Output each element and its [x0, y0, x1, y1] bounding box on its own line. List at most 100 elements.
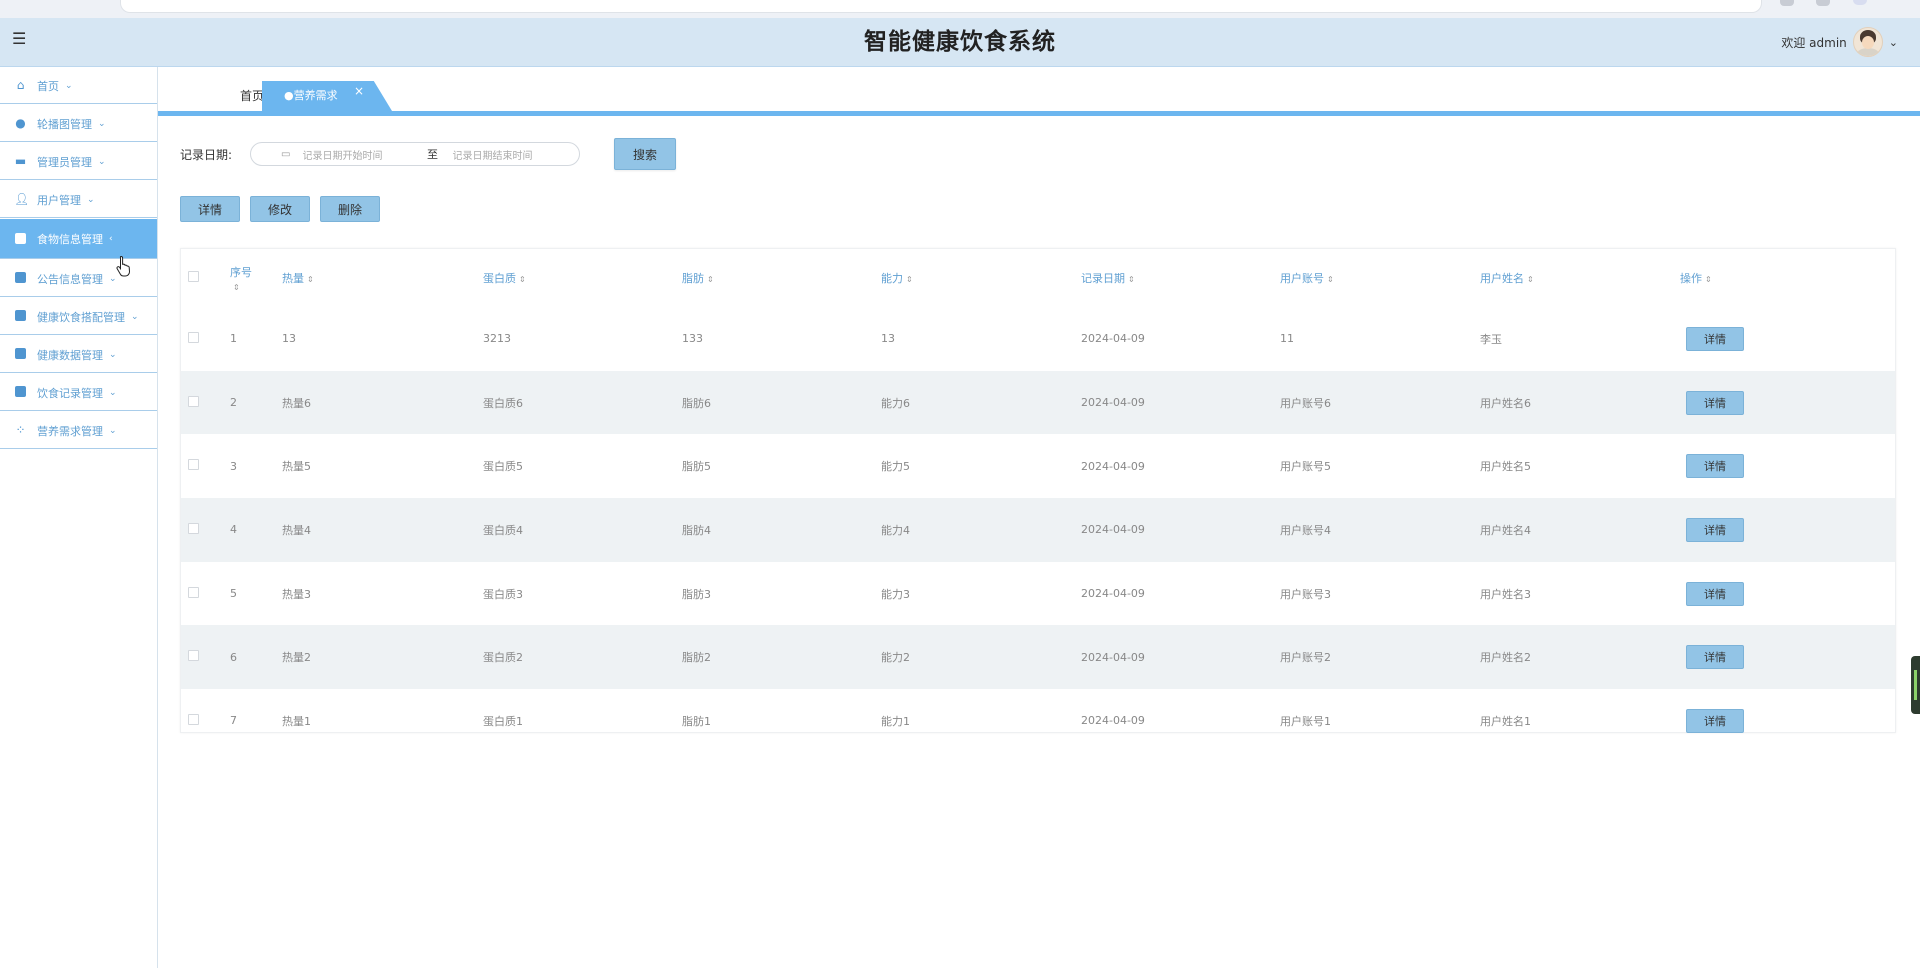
- date-range-picker[interactable]: ▭ 记录日期开始时间 至 记录日期结束时间: [250, 142, 580, 166]
- row-checkbox[interactable]: [188, 331, 199, 343]
- cell-fat: 脂肪4: [681, 498, 880, 562]
- chevron-left-icon: ‹: [109, 234, 113, 244]
- table-icon: [14, 310, 27, 323]
- row-detail-button[interactable]: 详情: [1686, 517, 1744, 542]
- column-header[interactable]: 操作 ⇕: [1679, 249, 1895, 307]
- table-row: 4 热量4 蛋白质4 脂肪4 能力4 2024-04-09 用户账号4 用户姓名…: [181, 498, 1895, 562]
- table-row: 5 热量3 蛋白质3 脂肪3 能力3 2024-04-09 用户账号3 用户姓名…: [181, 562, 1895, 626]
- sidebar-item-carousel[interactable]: ● 轮播图管理 ⌄: [0, 105, 157, 142]
- cell-fat: 脂肪5: [682, 460, 711, 474]
- table-row: 7 热量1 蛋白质1 脂肪1 能力1 2024-04-09 用户账号1 用户姓名…: [181, 689, 1895, 753]
- toolbar-icon[interactable]: [1816, 0, 1830, 6]
- user-avatar-icon[interactable]: [1852, 27, 1883, 57]
- row-checkbox[interactable]: [188, 522, 199, 534]
- sidebar-item-diet-records[interactable]: 饮食记录管理 ⌄: [0, 374, 157, 411]
- cell-account: 用户账号6: [1279, 370, 1479, 435]
- chevron-down-icon[interactable]: ⌄: [1889, 36, 1898, 49]
- row-checkbox[interactable]: [188, 395, 199, 407]
- cell-fat: 脂肪6: [681, 370, 880, 435]
- row-detail-button[interactable]: 详情: [1686, 454, 1744, 479]
- user-icon: 👤︎: [14, 192, 30, 206]
- delete-button[interactable]: 删除: [320, 196, 380, 222]
- cell-ability: 能力4: [880, 498, 1080, 562]
- cell-account: 11: [1280, 332, 1294, 346]
- column-header[interactable]: 用户账号 ⇕: [1279, 249, 1479, 307]
- sidebar-item-users[interactable]: 👤︎ 用户管理 ⌄: [0, 181, 157, 218]
- row-detail-button[interactable]: 详情: [1686, 581, 1744, 606]
- close-icon[interactable]: ×: [354, 81, 364, 106]
- cell-date: 2024-04-09: [1081, 714, 1145, 728]
- sidebar-item-diet-combo[interactable]: 健康饮食搭配管理 ⌄: [0, 298, 157, 335]
- sidebar-item-health-data[interactable]: 健康数据管理 ⌄: [0, 336, 157, 373]
- tab-nutrition[interactable]: ●营养需求 ×: [262, 81, 392, 111]
- sidebar-item-label: 用户管理: [37, 193, 81, 207]
- end-date-input[interactable]: 记录日期结束时间: [452, 147, 532, 162]
- address-bar[interactable]: [120, 0, 1762, 13]
- search-button[interactable]: 搜索: [614, 138, 676, 170]
- sort-icon: ⇕: [1327, 275, 1334, 284]
- tab-label: ●营养需求: [284, 89, 338, 102]
- column-header[interactable]: 能力 ⇕: [880, 249, 1080, 307]
- record-icon: [14, 386, 27, 399]
- cell-fat: 脂肪3: [682, 587, 711, 601]
- row-detail-button[interactable]: 详情: [1686, 645, 1744, 670]
- sidebar-item-food[interactable]: 食物信息管理 ‹: [0, 219, 157, 259]
- column-header[interactable]: 脂肪 ⇕: [681, 249, 880, 307]
- app-header: ☰ 智能健康饮食系统 欢迎 admin ⌄: [0, 18, 1920, 67]
- cell-calorie: 13: [282, 332, 296, 346]
- column-header[interactable]: 蛋白质 ⇕: [482, 249, 681, 307]
- table-row: 1 13 3213 133 13 2024-04-09 11 李玉 详情: [181, 307, 1895, 371]
- cell-date: 2024-04-09: [1080, 625, 1279, 690]
- column-header[interactable]: 记录日期 ⇕: [1080, 249, 1279, 307]
- cell-name: 用户姓名1: [1480, 714, 1531, 728]
- home-icon: ⌂: [16, 78, 25, 92]
- row-checkbox[interactable]: [188, 459, 199, 471]
- side-widget-handle[interactable]: [1911, 656, 1920, 714]
- cell-date: 2024-04-09: [1081, 332, 1145, 346]
- cell-no: 4: [229, 498, 281, 562]
- cell-ability: 能力6: [880, 370, 1080, 435]
- column-header[interactable]: 用户姓名 ⇕: [1479, 249, 1679, 307]
- row-detail-button[interactable]: 详情: [1686, 326, 1744, 351]
- sidebar-item-nutrition[interactable]: ⁘ 营养需求管理 ⌄: [0, 412, 157, 449]
- cell-protein: 蛋白质1: [483, 714, 523, 728]
- cell-calorie: 热量2: [281, 625, 482, 690]
- sidebar-item-label: 轮播图管理: [37, 117, 92, 131]
- cell-name: 用户姓名2: [1479, 625, 1679, 690]
- tab-bar: 首页 ●营养需求 ×: [158, 67, 1920, 113]
- start-date-input[interactable]: 记录日期开始时间: [302, 147, 412, 162]
- grid-icon: [14, 272, 27, 285]
- column-header[interactable]: 热量 ⇕: [281, 249, 482, 307]
- hand-cursor-icon: [116, 255, 131, 277]
- select-all-checkbox[interactable]: [188, 271, 199, 282]
- table-row: 2 热量6 蛋白质6 脂肪6 能力6 2024-04-09 用户账号6 用户姓名…: [181, 370, 1895, 435]
- cell-ability: 13: [881, 332, 895, 346]
- table-row: 6 热量2 蛋白质2 脂肪2 能力2 2024-04-09 用户账号2 用户姓名…: [181, 625, 1895, 690]
- cell-account: 用户账号3: [1280, 587, 1331, 601]
- sidebar-item-notices[interactable]: 公告信息管理 ⌄: [0, 260, 157, 297]
- column-header[interactable]: 序号 ⇕: [229, 249, 281, 307]
- cell-name: 用户姓名3: [1480, 587, 1531, 601]
- cell-account: 用户账号2: [1279, 625, 1479, 690]
- toolbar-icon[interactable]: [1780, 0, 1794, 6]
- cell-date: 2024-04-09: [1080, 370, 1279, 435]
- row-detail-button[interactable]: 详情: [1686, 708, 1744, 733]
- sidebar-item-admins[interactable]: ▬ 管理员管理 ⌄: [0, 143, 157, 180]
- row-detail-button[interactable]: 详情: [1686, 390, 1744, 415]
- sidebar-item-label: 公告信息管理: [37, 272, 103, 286]
- row-checkbox[interactable]: [188, 650, 199, 662]
- cell-no: 6: [229, 625, 281, 690]
- cell-ability: 能力1: [881, 714, 910, 728]
- drop-icon: ●: [15, 116, 26, 130]
- row-checkbox[interactable]: [188, 586, 199, 598]
- cell-protein: 蛋白质2: [482, 625, 681, 690]
- profile-icon[interactable]: [1853, 0, 1867, 5]
- sidebar-item-label: 营养需求管理: [37, 424, 103, 438]
- sidebar-item-home[interactable]: ⌂ 首页 ⌄: [0, 67, 157, 104]
- cell-name: 用户姓名5: [1480, 460, 1531, 474]
- detail-button[interactable]: 详情: [180, 196, 240, 222]
- row-checkbox[interactable]: [188, 713, 199, 725]
- edit-button[interactable]: 修改: [250, 196, 310, 222]
- sort-icon: ⇕: [519, 275, 526, 284]
- user-menu[interactable]: 欢迎 admin ⌄: [1781, 24, 1898, 60]
